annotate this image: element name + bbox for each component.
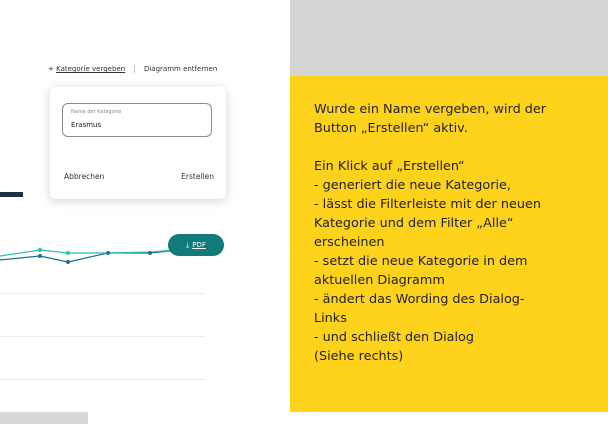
- note-line: - generiert die neue Kategorie,: [314, 178, 511, 193]
- note-line: Links: [314, 311, 347, 326]
- create-button[interactable]: Erstellen: [181, 172, 214, 181]
- chart-toolbar: + Kategorie vergeben | Diagramm entferne…: [48, 65, 217, 73]
- app-screenshot: + Kategorie vergeben | Diagramm entferne…: [0, 0, 290, 412]
- navy-accent-bar: [0, 192, 23, 197]
- plus-icon[interactable]: +: [48, 65, 54, 73]
- note-line: (Siehe rechts): [314, 349, 404, 364]
- chart-point: [66, 251, 70, 255]
- category-name-field[interactable]: Name der Kategorie Erasmus: [62, 103, 212, 137]
- note-line: Ein Klick auf „Erstellen“: [314, 159, 465, 174]
- create-category-dialog: Name der Kategorie Erasmus Abbrechen Ers…: [50, 87, 226, 199]
- note-line: - und schließt den Dialog: [314, 330, 474, 345]
- remove-chart-link[interactable]: Diagramm entfernen: [144, 65, 217, 73]
- note-line: - setzt die neue Kategorie in dem: [314, 254, 528, 269]
- toolbar-separator: |: [133, 65, 136, 73]
- chart-point: [148, 251, 152, 255]
- cancel-button[interactable]: Abbrechen: [64, 172, 104, 181]
- pdf-button-label: PDF: [192, 241, 206, 249]
- chart-point: [38, 254, 42, 258]
- chart-point: [66, 260, 70, 264]
- chart-point: [106, 251, 110, 255]
- note-line: Kategorie und dem Filter „Alle“: [314, 216, 514, 231]
- chart-gridline: [0, 293, 205, 294]
- assign-category-link[interactable]: Kategorie vergeben: [56, 65, 125, 73]
- note-line: aktuellen Diagramm: [314, 273, 445, 288]
- bottom-grey-block: [0, 412, 88, 424]
- note-line: - ändert das Wording des Dialog-: [314, 292, 525, 307]
- chart-point: [38, 248, 42, 252]
- category-name-value[interactable]: Erasmus: [71, 121, 101, 129]
- chart-gridline: [0, 336, 205, 337]
- note-line: Wurde ein Name vergeben, wird der: [314, 102, 547, 117]
- pdf-download-button[interactable]: ⤓ PDF: [168, 234, 224, 256]
- note-line: erscheinen: [314, 235, 385, 250]
- note-line: - lässt die Filterleiste mit der neuen: [314, 197, 541, 212]
- note-line: Button „Erstellen“ aktiv.: [314, 121, 468, 136]
- annotation-note: Wurde ein Name vergeben, wird der Button…: [290, 76, 608, 412]
- download-icon: ⤓: [186, 241, 190, 249]
- chart-gridline: [0, 379, 205, 380]
- category-name-label: Name der Kategorie: [71, 109, 122, 115]
- grey-header-strip: [290, 0, 608, 76]
- chart-series-line-light: [0, 248, 191, 257]
- bottom-strip: [0, 412, 608, 424]
